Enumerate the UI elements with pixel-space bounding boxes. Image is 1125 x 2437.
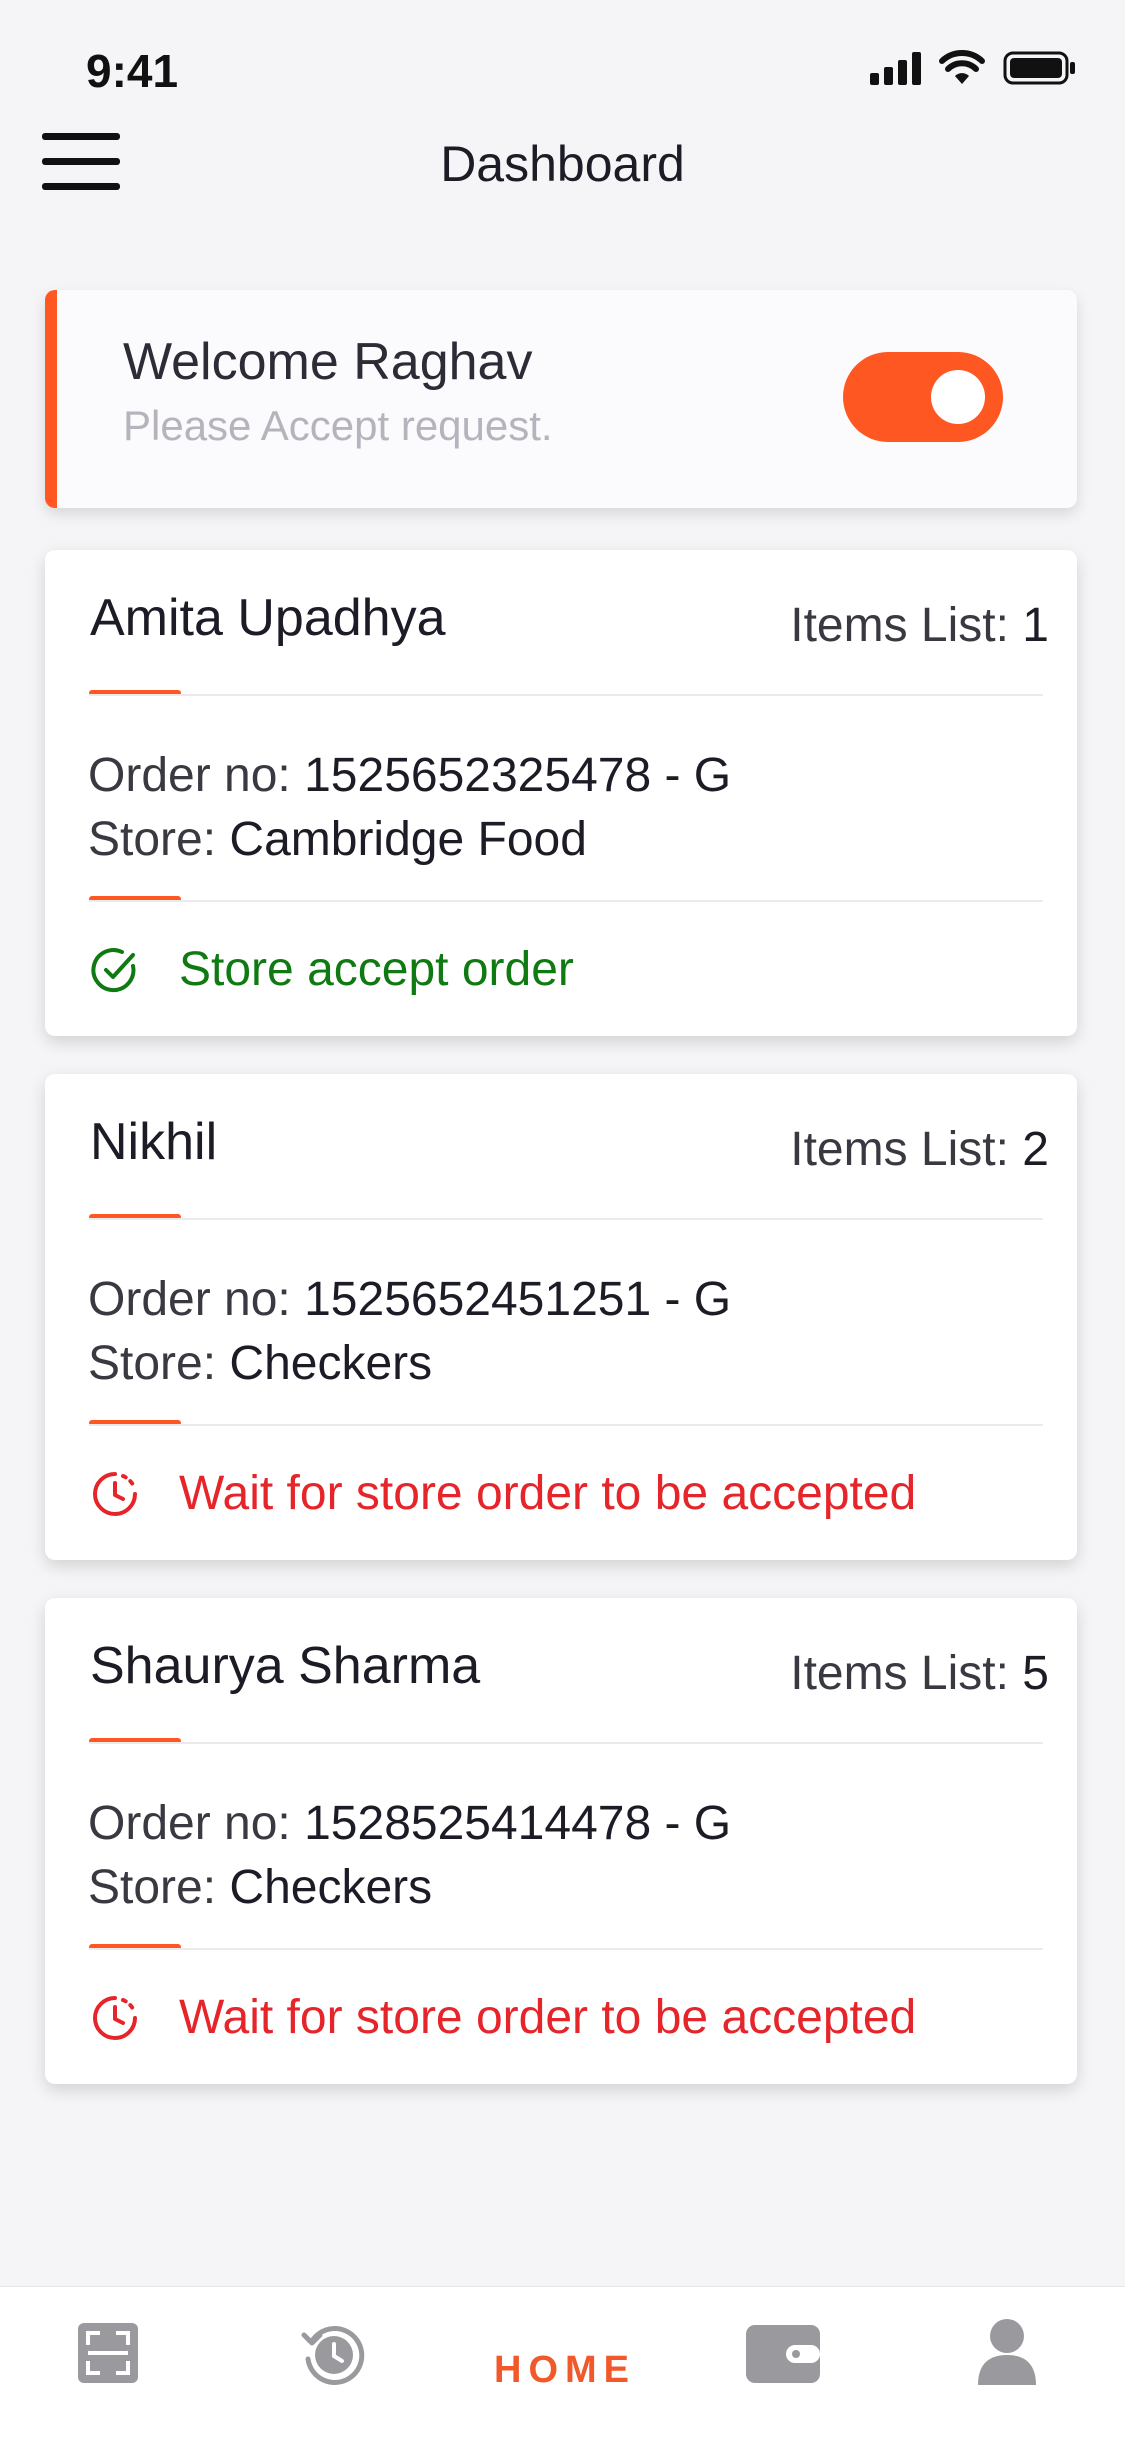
store-name: Store: Checkers bbox=[88, 1861, 433, 1914]
order-status: Wait for store order to be accepted bbox=[89, 1466, 916, 1521]
order-status-text: Wait for store order to be accepted bbox=[179, 1991, 917, 2044]
order-card[interactable]: Shaurya Sharma Items List: 5 Order no: 1… bbox=[45, 1598, 1077, 2084]
divider bbox=[89, 1742, 1043, 1744]
profile-icon[interactable] bbox=[976, 2317, 1038, 2387]
customer-name: Nikhil bbox=[90, 1113, 218, 1171]
order-status: Wait for store order to be accepted bbox=[89, 1990, 916, 2045]
page-title: Dashboard bbox=[440, 136, 685, 192]
customer-name: Shaurya Sharma bbox=[90, 1637, 481, 1695]
clock-pending-icon bbox=[93, 1471, 137, 1516]
order-status-text: Store accept order bbox=[179, 943, 574, 996]
app-bar: Dashboard bbox=[0, 130, 1125, 260]
check-circle-icon bbox=[91, 947, 136, 992]
signal-icon bbox=[870, 51, 921, 85]
status-time: 9:41 bbox=[86, 45, 179, 97]
toggle-knob bbox=[931, 370, 985, 424]
order-card[interactable]: Amita Upadhya Items List: 1 Order no: 15… bbox=[45, 550, 1077, 1036]
welcome-subtitle: Please Accept request. bbox=[123, 402, 553, 449]
status-bar: 9:41 bbox=[0, 0, 1125, 140]
wifi-icon bbox=[939, 50, 985, 84]
order-status: Store accept order bbox=[89, 942, 574, 997]
welcome-card: Welcome Raghav Please Accept request. bbox=[45, 290, 1077, 508]
wallet-icon[interactable] bbox=[744, 2323, 822, 2385]
order-card[interactable]: Nikhil Items List: 2 Order no: 152565245… bbox=[45, 1074, 1077, 1560]
store-name: Store: Cambridge Food bbox=[88, 813, 587, 866]
scan-icon[interactable] bbox=[76, 2321, 140, 2385]
divider bbox=[89, 694, 1043, 696]
welcome-greeting: Welcome Raghav bbox=[123, 333, 533, 391]
divider bbox=[89, 1948, 1043, 1950]
welcome-accent-bar bbox=[45, 290, 57, 508]
bottom-tab-bar: HOME bbox=[0, 2286, 1125, 2437]
order-number: Order no: 1528525414478 - G bbox=[88, 1797, 732, 1850]
store-name: Store: Checkers bbox=[88, 1337, 433, 1390]
items-list-count[interactable]: Items List: 2 bbox=[790, 1122, 1049, 1177]
order-status-text: Wait for store order to be accepted bbox=[179, 1467, 917, 1520]
items-list-count[interactable]: Items List: 1 bbox=[790, 598, 1049, 653]
items-list-count[interactable]: Items List: 5 bbox=[790, 1646, 1049, 1701]
divider bbox=[89, 900, 1043, 902]
order-number: Order no: 1525652325478 - G bbox=[88, 749, 732, 802]
history-icon[interactable] bbox=[300, 2321, 368, 2389]
status-icons bbox=[870, 50, 1077, 86]
order-number: Order no: 1525652451251 - G bbox=[88, 1273, 732, 1326]
battery-icon bbox=[1003, 51, 1075, 85]
clock-pending-icon bbox=[93, 1995, 137, 2040]
divider bbox=[89, 1424, 1043, 1426]
tab-home[interactable]: HOME bbox=[494, 2349, 636, 2392]
customer-name: Amita Upadhya bbox=[90, 589, 446, 647]
accept-requests-toggle[interactable] bbox=[843, 352, 1003, 442]
divider bbox=[89, 1218, 1043, 1220]
